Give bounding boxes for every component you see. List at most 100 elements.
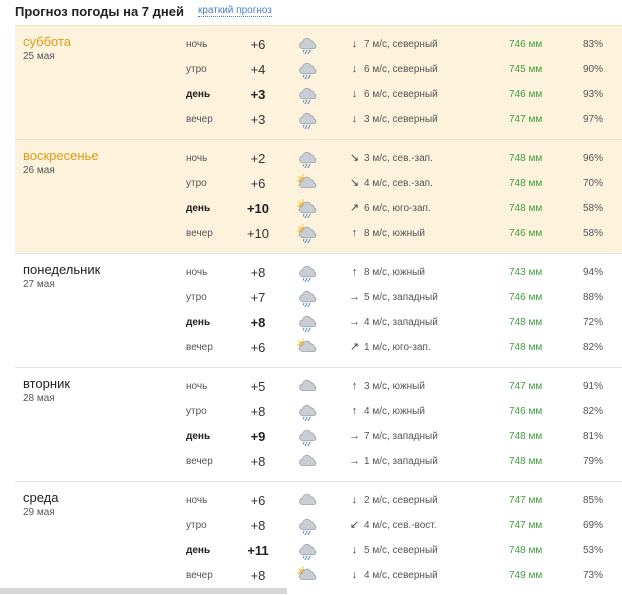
day-part: день	[186, 545, 211, 556]
cloud-rain-icon	[297, 427, 319, 447]
day-block: среда 29 мая ночь +6 ↓ 2 м/с, северный 747 мм 8…	[15, 481, 622, 595]
brief-forecast-link[interactable]: краткий прогноз	[197, 5, 272, 17]
wind-text: 2 м/с, северный	[364, 495, 438, 506]
cloud-rain-icon	[297, 149, 319, 169]
pressure: 748 мм	[509, 178, 543, 189]
humidity: 85%	[583, 495, 604, 506]
temperature: +8	[250, 315, 266, 330]
wind: ↓ 7 м/с, северный	[349, 32, 438, 57]
wind-text: 3 м/с, сев.-зап.	[364, 153, 433, 164]
wind-direction-icon: ↗	[349, 341, 360, 353]
pressure: 748 мм	[509, 545, 543, 556]
day-part: ночь	[186, 39, 208, 50]
temperature: +5	[250, 379, 266, 394]
forecast-row-night: ночь +2 ↘ 3 м/с, сев.-зап. 748 мм 96%	[15, 146, 622, 171]
forecast-row-night: ночь +8 ↑ 8 м/с, южный 743 мм 94%	[15, 260, 622, 285]
forecast-row-day: день +11 ↓ 5 м/с, северный 748 мм 53%	[15, 538, 622, 563]
cloud-rain-icon	[297, 313, 319, 333]
pressure: 746 мм	[509, 228, 543, 239]
humidity: 70%	[583, 178, 604, 189]
wind: → 4 м/с, западный	[349, 310, 438, 335]
wind: ↓ 4 м/с, северный	[349, 563, 438, 588]
wind-text: 1 м/с, юго-зап.	[364, 342, 431, 353]
day-part: утро	[186, 64, 207, 75]
cloud-icon	[297, 491, 319, 510]
forecast-table: суббота 25 мая ночь +6 ↓ 7 м/с, северный 746 м…	[15, 25, 622, 595]
forecast-row-evening: вечер +3 ↓ 3 м/с, северный 747 мм 97%	[15, 107, 622, 132]
temperature: +3	[250, 87, 266, 102]
humidity: 58%	[583, 228, 604, 239]
forecast-row-evening: вечер +6 ↗ 1 м/с, юго-зап. 748 мм 82%	[15, 335, 622, 360]
wind-direction-icon: ↑	[351, 380, 358, 392]
wind-direction-icon: ↓	[351, 63, 358, 75]
forecast-row-evening: вечер +8 → 1 м/с, западный 748 мм 79%	[15, 449, 622, 474]
wind-text: 7 м/с, северный	[364, 39, 438, 50]
wind: ↗ 1 м/с, юго-зап.	[349, 335, 431, 360]
cloud-icon	[297, 377, 319, 396]
wind-text: 4 м/с, северный	[364, 570, 438, 581]
day-part: вечер	[186, 228, 213, 239]
horizontal-scrollbar[interactable]	[0, 588, 287, 594]
cloud-rain-icon	[297, 516, 319, 536]
temperature: +3	[250, 112, 266, 127]
sun-cloud-icon	[296, 566, 319, 585]
wind-text: 3 м/с, северный	[364, 114, 438, 125]
pressure: 747 мм	[509, 381, 543, 392]
wind-direction-icon: →	[349, 291, 360, 303]
day-part: утро	[186, 292, 207, 303]
wind-direction-icon: ↑	[351, 227, 358, 239]
forecast-row-day: день +8 → 4 м/с, западный 748 мм 72%	[15, 310, 622, 335]
wind-text: 4 м/с, южный	[364, 406, 425, 417]
humidity: 81%	[583, 431, 604, 442]
wind-direction-icon: ↗	[349, 202, 360, 214]
wind-direction-icon: ↓	[351, 88, 358, 100]
forecast-row-night: ночь +5 ↑ 3 м/с, южный 747 мм 91%	[15, 374, 622, 399]
cloud-rain-icon	[297, 402, 319, 422]
humidity: 82%	[583, 342, 604, 353]
wind: ↓ 5 м/с, северный	[349, 538, 438, 563]
humidity: 79%	[583, 456, 604, 467]
forecast-row-morning: утро +4 ↓ 6 м/с, северный 745 мм 90%	[15, 57, 622, 82]
temperature: +6	[250, 176, 266, 191]
temperature: +6	[250, 493, 266, 508]
wind-text: 4 м/с, сев.-зап.	[364, 178, 433, 189]
wind-text: 3 м/с, южный	[364, 381, 425, 392]
pressure: 748 мм	[509, 456, 543, 467]
humidity: 58%	[583, 203, 604, 214]
wind-text: 8 м/с, южный	[364, 267, 425, 278]
humidity: 83%	[583, 39, 604, 50]
wind-text: 6 м/с, юго-зап.	[364, 203, 431, 214]
forecast-row-night: ночь +6 ↓ 7 м/с, северный 746 мм 83%	[15, 32, 622, 57]
day-part: утро	[186, 406, 207, 417]
wind-direction-icon: ↘	[349, 152, 360, 164]
sun-cloud-rain-icon	[296, 199, 319, 219]
day-part: ночь	[186, 153, 208, 164]
day-part: ночь	[186, 495, 208, 506]
temperature: +10	[246, 226, 270, 241]
humidity: 73%	[583, 570, 604, 581]
wind-direction-icon: ↓	[351, 544, 358, 556]
humidity: 88%	[583, 292, 604, 303]
day-part: утро	[186, 520, 207, 531]
forecast-row-morning: утро +8 ↑ 4 м/с, южный 746 мм 82%	[15, 399, 622, 424]
wind-direction-icon: ↓	[351, 494, 358, 506]
wind: ↓ 2 м/с, северный	[349, 488, 438, 513]
wind: ↓ 6 м/с, северный	[349, 82, 438, 107]
sun-cloud-icon	[296, 174, 319, 193]
wind: ↑ 4 м/с, южный	[349, 399, 425, 424]
forecast-row-morning: утро +8 ↙ 4 м/с, сев.-вост. 747 мм 69%	[15, 513, 622, 538]
forecast-row-day: день +10 ↗ 6 м/с, юго-зап. 748 мм 58%	[15, 196, 622, 221]
wind: ↑ 3 м/с, южный	[349, 374, 425, 399]
wind: → 7 м/с, западный	[349, 424, 438, 449]
wind-direction-icon: ↑	[351, 405, 358, 417]
pressure: 746 мм	[509, 89, 543, 100]
wind-direction-icon: ↓	[351, 569, 358, 581]
cloud-rain-icon	[297, 263, 319, 283]
humidity: 82%	[583, 406, 604, 417]
cloud-rain-icon	[297, 288, 319, 308]
wind-text: 6 м/с, северный	[364, 64, 438, 75]
pressure: 747 мм	[509, 114, 543, 125]
wind: ↘ 3 м/с, сев.-зап.	[349, 146, 433, 171]
wind-text: 4 м/с, сев.-вост.	[364, 520, 437, 531]
humidity: 94%	[583, 267, 604, 278]
